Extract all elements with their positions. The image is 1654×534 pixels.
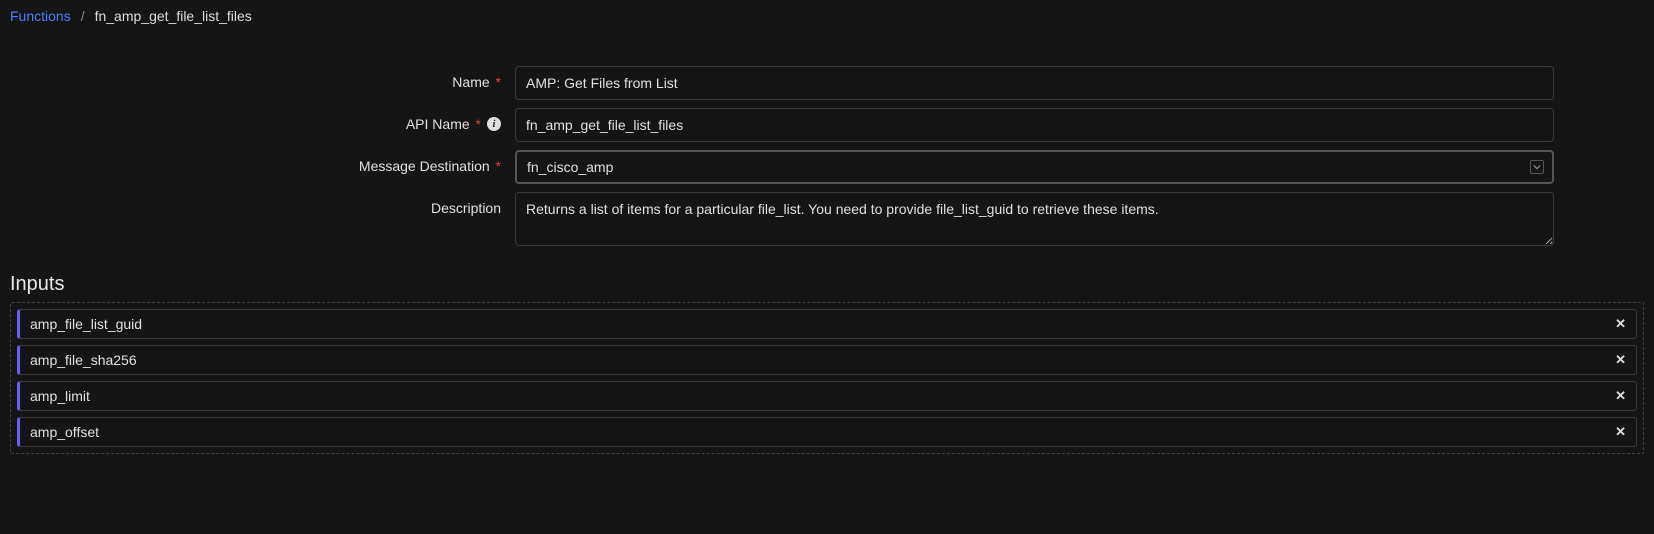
description-textarea[interactable] bbox=[515, 192, 1554, 246]
row-name: Name * bbox=[0, 62, 1654, 104]
breadcrumb-separator: / bbox=[81, 8, 85, 24]
required-marker: * bbox=[496, 74, 501, 90]
breadcrumb-root-link[interactable]: Functions bbox=[10, 8, 71, 24]
close-icon[interactable]: ✕ bbox=[1615, 388, 1626, 404]
input-item[interactable]: amp_offset ✕ bbox=[17, 417, 1637, 447]
api-name-input[interactable] bbox=[515, 108, 1554, 142]
input-item-label: amp_limit bbox=[30, 388, 90, 404]
close-icon[interactable]: ✕ bbox=[1615, 352, 1626, 368]
label-api-name: API Name * i bbox=[10, 108, 515, 132]
close-icon[interactable]: ✕ bbox=[1615, 424, 1626, 440]
breadcrumb-current: fn_amp_get_file_list_files bbox=[95, 8, 252, 24]
name-input[interactable] bbox=[515, 66, 1554, 100]
info-icon[interactable]: i bbox=[487, 117, 501, 131]
input-item[interactable]: amp_file_sha256 ✕ bbox=[17, 345, 1637, 375]
breadcrumb: Functions / fn_amp_get_file_list_files bbox=[0, 0, 1654, 32]
label-name: Name * bbox=[10, 66, 515, 90]
function-form: Name * API Name * i Message Destination … bbox=[0, 62, 1654, 253]
row-message-destination: Message Destination * fn_cisco_amp bbox=[0, 146, 1654, 188]
row-api-name: API Name * i bbox=[0, 104, 1654, 146]
input-item-label: amp_file_list_guid bbox=[30, 316, 142, 332]
input-item-label: amp_file_sha256 bbox=[30, 352, 137, 368]
input-item[interactable]: amp_limit ✕ bbox=[17, 381, 1637, 411]
label-message-destination: Message Destination * bbox=[10, 150, 515, 174]
inputs-list: amp_file_list_guid ✕ amp_file_sha256 ✕ a… bbox=[10, 302, 1644, 454]
message-destination-select[interactable]: fn_cisco_amp bbox=[515, 150, 1554, 184]
row-description: Description bbox=[0, 188, 1654, 253]
message-destination-value: fn_cisco_amp bbox=[527, 159, 613, 175]
label-description: Description bbox=[10, 192, 515, 216]
input-item[interactable]: amp_file_list_guid ✕ bbox=[17, 309, 1637, 339]
chevron-down-icon bbox=[1530, 160, 1544, 174]
required-marker: * bbox=[476, 116, 481, 132]
inputs-section: Inputs amp_file_list_guid ✕ amp_file_sha… bbox=[0, 273, 1654, 454]
close-icon[interactable]: ✕ bbox=[1615, 316, 1626, 332]
inputs-title: Inputs bbox=[10, 273, 1644, 296]
input-item-label: amp_offset bbox=[30, 424, 99, 440]
required-marker: * bbox=[496, 158, 501, 174]
